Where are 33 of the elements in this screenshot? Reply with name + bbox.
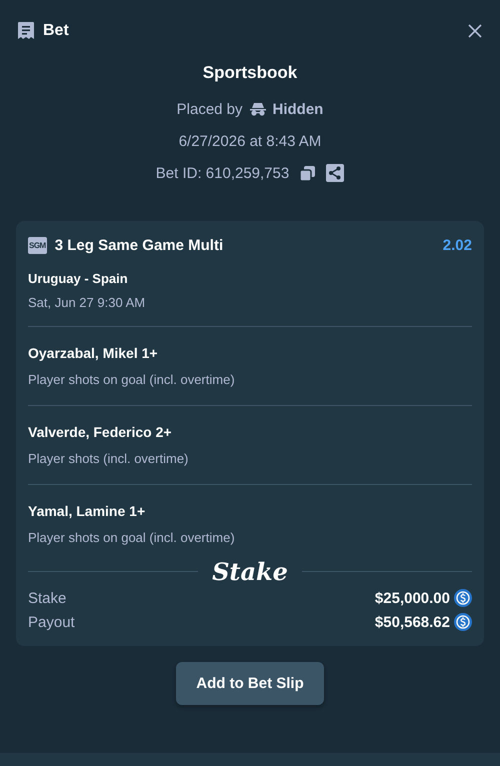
leg-market: Player shots on goal (incl. overtime)	[28, 372, 236, 387]
bet-id: Bet ID: 610,259,753	[156, 164, 290, 182]
match-time: Sat, Jun 27 9:30 AM	[28, 295, 146, 312]
bet-type: 3 Leg Same Game Multi	[54, 237, 224, 254]
coin-icon	[454, 613, 472, 631]
share-button[interactable]	[326, 164, 344, 182]
close-icon	[468, 24, 482, 38]
placed-by-label: Placed by	[176, 100, 243, 118]
brand-logo: Stake	[212, 557, 288, 586]
total-label: Stake	[28, 590, 66, 606]
coin-icon	[454, 589, 472, 607]
section-title: Sportsbook	[202, 63, 298, 83]
close-button[interactable]	[468, 24, 482, 38]
incognito-icon	[248, 102, 267, 116]
leg-selection: Valverde, Federico 2+	[28, 424, 173, 440]
leg-market: Player shots (incl. overtime)	[28, 451, 190, 466]
leg-selection: Yamal, Lamine 1+	[28, 503, 146, 519]
copy-button[interactable]	[299, 164, 316, 182]
match-name: Uruguay - Spain	[28, 271, 129, 286]
add-to-bet-slip-button[interactable]: Add to Bet Slip	[176, 662, 324, 705]
dialog-title: Bet	[43, 22, 69, 40]
leg-selection: Oyarzabal, Mikel 1+	[28, 345, 159, 361]
bet-datetime: 6/27/2026 at 8:43 AM	[178, 132, 322, 152]
receipt-icon	[17, 21, 35, 41]
odds: 2.02	[442, 237, 472, 254]
leg-market: Player shots on goal (incl. overtime)	[28, 530, 236, 545]
user-name: Hidden	[272, 100, 324, 118]
copy-icon	[299, 164, 316, 182]
total-amount: $25,000.00	[374, 590, 450, 606]
total-label: Payout	[28, 614, 75, 630]
share-icon	[326, 164, 344, 182]
total-amount: $50,568.62	[374, 614, 450, 630]
sgm-badge: SGM	[28, 237, 47, 254]
